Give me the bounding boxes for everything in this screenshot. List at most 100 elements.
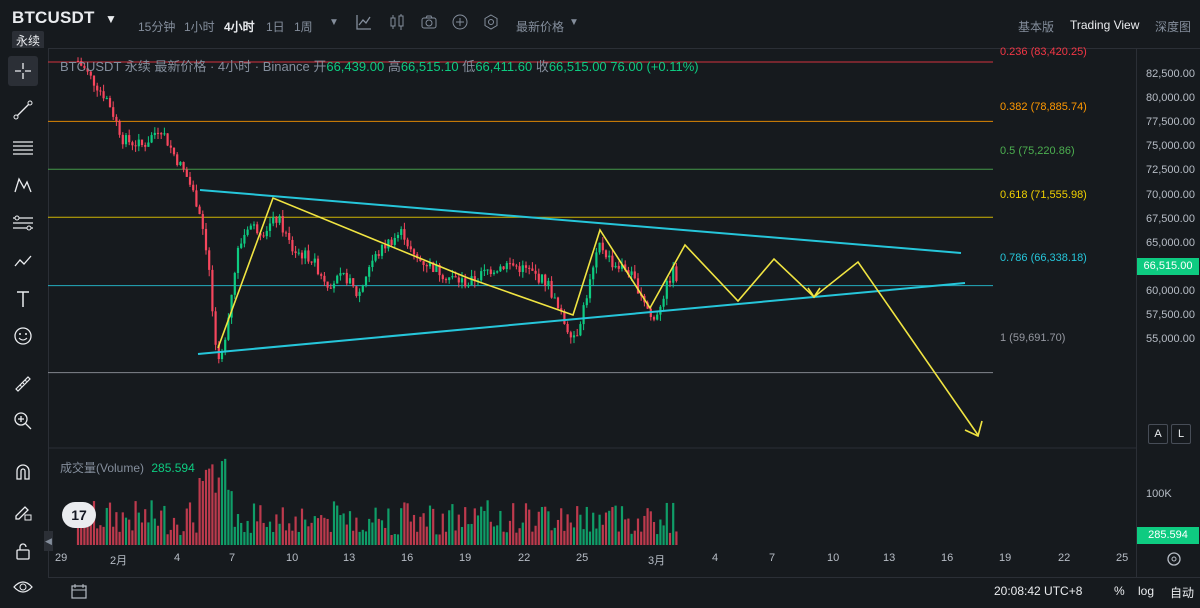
lock-icon[interactable] — [8, 536, 38, 566]
volume-bar — [406, 503, 409, 545]
candle-body — [188, 176, 192, 185]
chevron-down-icon[interactable]: ▼ — [565, 14, 583, 32]
volume-bar — [128, 519, 131, 545]
auto-button[interactable]: 自动 — [1170, 584, 1194, 601]
horizontal-lines-icon[interactable] — [8, 133, 38, 163]
volume-bar — [649, 511, 652, 545]
candle-body — [371, 260, 374, 268]
volume-bar — [185, 508, 188, 545]
clock: 20:08:42 UTC+8 — [994, 584, 1083, 598]
candle-body — [377, 254, 380, 256]
timeframe-15m[interactable]: 15分钟 — [138, 18, 175, 35]
indicators-icon[interactable] — [355, 14, 373, 32]
chevron-down-icon[interactable]: ▼ — [105, 12, 117, 26]
timeframe-4h[interactable]: 4小时 — [224, 18, 255, 35]
volume-bar — [144, 509, 147, 545]
volume-bar — [624, 519, 627, 545]
legend-change: 76.00 (+0.11%) — [610, 59, 699, 74]
volume-bar — [272, 531, 275, 545]
crosshair-icon[interactable] — [8, 56, 38, 86]
magnet-icon[interactable] — [8, 457, 38, 487]
percent-button[interactable]: % — [1114, 584, 1125, 598]
candle-body — [150, 135, 153, 143]
volume-bar — [342, 513, 345, 545]
forecast-icon[interactable] — [8, 246, 38, 276]
eye-icon[interactable] — [8, 572, 38, 602]
candle-body — [102, 91, 105, 99]
volume-bar — [284, 530, 288, 545]
tradingview-logo[interactable]: 17 — [62, 502, 96, 528]
volume-bar — [134, 501, 137, 545]
volume-bar — [467, 524, 470, 545]
volume-bar — [601, 524, 604, 545]
pattern-icon[interactable] — [8, 170, 38, 200]
view-basic[interactable]: 基本版 — [1018, 18, 1054, 35]
candle-body — [128, 135, 131, 143]
candle-body — [569, 332, 572, 338]
price-type-select[interactable]: 最新价格 — [516, 18, 564, 35]
time-tick: 29 — [55, 552, 68, 564]
candle-body — [172, 147, 176, 155]
pencil-lock-icon[interactable] — [8, 497, 38, 527]
candle-body — [214, 311, 217, 345]
candle-body — [457, 277, 460, 283]
candle-body — [480, 271, 483, 281]
timeframe-1w[interactable]: 1周 — [294, 18, 313, 35]
ruler-icon[interactable] — [8, 369, 38, 399]
candle-body — [240, 243, 243, 248]
trendline-icon[interactable] — [8, 95, 38, 125]
view-tradingview[interactable]: Trading View — [1070, 18, 1139, 32]
time-axis[interactable] — [48, 546, 1136, 570]
emoji-icon[interactable] — [8, 321, 38, 351]
candle-body — [544, 274, 547, 286]
candle-body — [572, 335, 576, 338]
candle-body — [192, 184, 195, 191]
candle-type-icon[interactable] — [388, 14, 406, 32]
volume-bar — [419, 516, 422, 545]
timeframe-1h[interactable]: 1小时 — [184, 18, 215, 35]
price-tick: 82,500.00 — [1146, 68, 1195, 80]
zoom-icon[interactable] — [8, 406, 38, 436]
camera-icon[interactable] — [420, 14, 438, 32]
volume-bar — [240, 522, 243, 545]
candle-body — [515, 265, 518, 267]
fib-icon[interactable] — [8, 208, 38, 238]
settings-icon[interactable] — [482, 14, 500, 32]
volume-bar — [672, 502, 675, 545]
volume-bar — [323, 517, 326, 545]
candle-body — [534, 270, 537, 274]
view-depth[interactable]: 深度图 — [1155, 18, 1191, 35]
candle-body — [208, 250, 211, 270]
volume-legend: 成交量(Volume) 285.594 — [60, 461, 195, 475]
volume-bar — [457, 514, 460, 545]
log-scale-button[interactable]: L — [1171, 424, 1191, 444]
candle-body — [313, 258, 316, 263]
time-tick: 4 — [174, 552, 181, 564]
volume-bar — [547, 511, 550, 545]
volume-bar — [374, 507, 377, 545]
time-tick: 3月 — [648, 555, 666, 567]
volume-bar — [233, 526, 236, 545]
time-tick: 16 — [401, 552, 414, 564]
text-icon[interactable] — [8, 284, 38, 314]
volume-bar — [486, 500, 489, 545]
time-tick: 16 — [941, 552, 954, 564]
auto-scale-button[interactable]: A — [1148, 424, 1168, 444]
calendar-icon[interactable] — [70, 582, 88, 600]
volume-bar — [368, 518, 371, 545]
price-chart[interactable] — [48, 48, 1136, 591]
chevron-down-icon[interactable]: ▼ — [325, 14, 343, 32]
volume-bar — [86, 526, 89, 545]
price-tick: 77,500.00 — [1146, 116, 1195, 129]
candle-body — [656, 314, 659, 320]
log-button[interactable]: log — [1138, 584, 1154, 598]
symbol-name[interactable]: BTCUSDT — [12, 8, 95, 28]
add-icon[interactable] — [451, 14, 469, 32]
candle-body — [380, 244, 384, 256]
candle-body — [460, 278, 464, 283]
candle-body — [406, 239, 409, 247]
candle-body — [307, 250, 310, 262]
volume-bar — [252, 503, 256, 545]
settings-icon[interactable] — [1166, 551, 1182, 567]
timeframe-1d[interactable]: 1日 — [266, 18, 285, 35]
